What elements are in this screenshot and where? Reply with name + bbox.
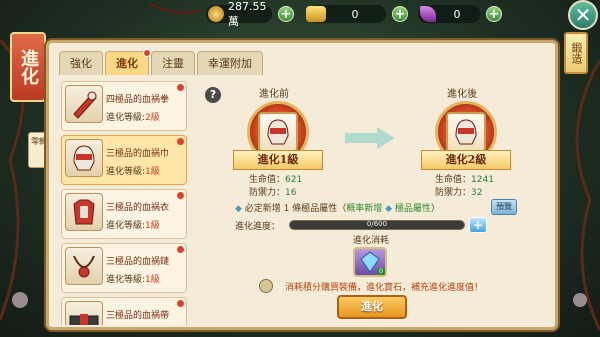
helmet-icon — [446, 112, 486, 152]
evolve-button[interactable]: 進化 — [337, 295, 407, 319]
coin-icon — [208, 6, 224, 22]
after-title: 進化後 — [447, 89, 477, 100]
belt-icon — [65, 301, 103, 325]
diamond-icon: ◆ — [235, 204, 242, 214]
list-item[interactable]: 四極品的血祸拳 進化等級:2級 — [61, 81, 187, 131]
evolution-banner: 進化 — [10, 32, 46, 102]
close-button[interactable]: ✕ — [568, 0, 598, 30]
gold-value: 0 — [351, 7, 359, 21]
notification-dot — [143, 49, 151, 57]
after-defense: 防禦力：32 — [435, 188, 483, 198]
diamond-icon: ◆ — [385, 204, 393, 214]
list-item[interactable]: 三極品的血祸巾 進化等級:1級 — [61, 135, 187, 185]
add-progress-button[interactable]: + — [469, 217, 487, 233]
notification-dot — [177, 192, 184, 199]
preview-button[interactable]: 預覽 — [491, 199, 517, 215]
attribute-note: ◆ 必定新增 1 條極品屬性（概率新增 ◆ 極品屬性） — [235, 204, 440, 214]
armor-icon — [65, 193, 103, 231]
equipment-list: 四極品的血祸拳 進化等級:2級 三極品的血祸巾 進化等級:1級 三極品的血祸衣 … — [61, 81, 187, 325]
before-level-ribbon: 進化1級 — [233, 150, 323, 170]
consume-title: 進化消耗 — [353, 236, 390, 246]
notice-text: 消耗積分購買裝備，進化寶石，補充進化進度值！ — [285, 283, 484, 293]
gem-count: 0 — [377, 268, 385, 275]
evolution-panel: 強化 進化 注靈 幸運附加 四極品的血祸拳 進化等級:2級 三極品的血祸巾 進化… — [46, 40, 558, 330]
feather-counter: 0 + — [418, 4, 502, 24]
list-item[interactable]: 三極品的血祸帶 — [61, 297, 187, 325]
arrow-right-icon — [345, 127, 395, 149]
coin-counter: 287.55萬 + — [206, 0, 294, 28]
gold-ingot-icon — [306, 6, 326, 22]
notification-dot — [177, 138, 184, 145]
necklace-icon — [65, 247, 103, 285]
progress-bar: 0/600 — [289, 220, 465, 230]
fist-weapon-icon — [65, 85, 103, 123]
forge-button[interactable]: 鍛造 — [564, 32, 588, 74]
before-title: 進化前 — [259, 89, 289, 100]
tab-bar: 強化 進化 注靈 幸運附加 — [59, 49, 263, 77]
add-gold-button[interactable]: + — [392, 6, 408, 22]
tab-infuse[interactable]: 注靈 — [151, 51, 195, 75]
feather-value: 0 — [453, 7, 461, 21]
add-feather-button[interactable]: + — [486, 6, 502, 22]
after-hp: 生命值：1241 — [435, 175, 494, 185]
tab-strengthen[interactable]: 強化 — [59, 51, 103, 75]
gold-counter: 0 + — [306, 4, 408, 24]
notification-dot — [177, 300, 184, 307]
progress-text: 0/600 — [366, 220, 388, 228]
notification-dot — [177, 246, 184, 253]
list-item[interactable]: 三極品的血祸衣 進化等級:1級 — [61, 189, 187, 239]
feather-icon — [420, 6, 436, 22]
helmet-icon — [258, 112, 298, 152]
before-defense: 防禦力：16 — [249, 188, 297, 198]
gem-icon[interactable]: 0 — [353, 247, 387, 277]
tab-luck[interactable]: 幸運附加 — [197, 51, 263, 75]
list-item[interactable]: 三極品的血祸鏈 進化等級:1級 — [61, 243, 187, 293]
coin-value: 287.55萬 — [228, 0, 267, 28]
helmet-icon — [65, 139, 103, 177]
notification-dot — [177, 84, 184, 91]
before-hp: 生命值：621 — [249, 175, 303, 185]
progress-label: 進化進度： — [235, 222, 281, 232]
after-level-ribbon: 進化2級 — [421, 150, 511, 170]
notice-toggle[interactable] — [259, 279, 273, 293]
tab-evolve[interactable]: 進化 — [105, 49, 151, 75]
add-coins-button[interactable]: + — [278, 6, 294, 22]
help-button[interactable]: ? — [205, 87, 221, 103]
